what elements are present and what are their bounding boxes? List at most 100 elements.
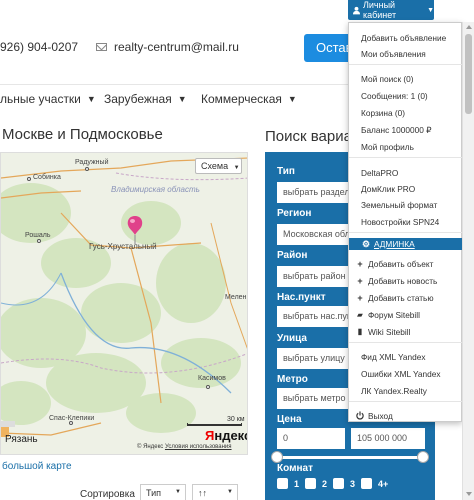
region-label: Владимирская область bbox=[111, 185, 200, 194]
room-option-4plus[interactable]: 4+ bbox=[361, 478, 388, 489]
map-scheme-selector[interactable]: Схема ▼ bbox=[195, 158, 242, 174]
city-dot bbox=[206, 385, 210, 389]
nav-item-land[interactable]: льные участки ▼ bbox=[0, 92, 96, 106]
menu-item-label: DeltaPRO bbox=[361, 167, 399, 178]
caret-down-icon: ▼ bbox=[427, 6, 434, 14]
menu-divider bbox=[349, 64, 462, 65]
menu-divider bbox=[349, 232, 462, 233]
menu-item-add-article[interactable]: + Добавить статью bbox=[349, 288, 462, 304]
menu-item-cart[interactable]: Корзина (0) bbox=[349, 103, 462, 119]
city-label: Касимов bbox=[198, 375, 226, 382]
price-slider-min-handle[interactable] bbox=[271, 451, 283, 463]
menu-item-deltapro[interactable]: DeltaPRO bbox=[349, 163, 462, 179]
sort-order-select[interactable]: ↑↑ ▼ bbox=[192, 484, 238, 500]
menu-item-my-search[interactable]: Мой поиск (0) bbox=[349, 69, 462, 85]
sort-type-select[interactable]: Тип ▼ bbox=[140, 484, 186, 500]
nav-item-label: льные участки bbox=[0, 92, 81, 106]
menu-item-yandex-errors[interactable]: Ошибки XML Yandex bbox=[349, 364, 462, 380]
metro-select[interactable]: выбрать метро bbox=[277, 388, 351, 409]
menu-item-label: ЛК Yandex.Realty bbox=[361, 385, 427, 396]
field-label-district: Район bbox=[277, 250, 308, 261]
room-option-3[interactable]: 3 bbox=[333, 478, 355, 489]
type-select[interactable]: выбрать раздел bbox=[277, 182, 351, 203]
menu-item-my-ads[interactable]: Мои объявления bbox=[349, 44, 462, 60]
menu-item-yandex-realty[interactable]: ЛК Yandex.Realty bbox=[349, 381, 462, 397]
room-checkbox[interactable] bbox=[305, 478, 317, 489]
scroll-up-arrow-icon[interactable] bbox=[466, 25, 472, 29]
menu-item-label: Форум Sitebill bbox=[368, 309, 420, 320]
nav-item-commercial[interactable]: Коммерческая ▼ bbox=[201, 92, 297, 106]
city-label: Рязань bbox=[5, 434, 38, 445]
user-icon bbox=[353, 6, 360, 14]
menu-item-label: Фид XML Yandex bbox=[361, 351, 426, 362]
chevron-down-icon: ▼ bbox=[287, 94, 297, 104]
nav-item-foreign[interactable]: Зарубежная ▼ bbox=[104, 92, 187, 106]
city-dot bbox=[85, 167, 89, 171]
menu-item-spn24[interactable]: Новостройки SPN24 bbox=[349, 212, 462, 228]
district-select[interactable]: выбрать район bbox=[277, 266, 351, 287]
menu-item-forum[interactable]: ▰ Форум Sitebill bbox=[349, 305, 462, 321]
menu-item-domclick[interactable]: ДомКлик PRO bbox=[349, 179, 462, 195]
yandex-logo[interactable]: Яндекс bbox=[205, 428, 247, 443]
menu-item-label: Корзина (0) bbox=[361, 107, 406, 118]
big-map-link[interactable]: большой карте bbox=[2, 461, 72, 472]
plus-icon: + bbox=[357, 258, 363, 269]
price-slider-max-handle[interactable] bbox=[417, 451, 429, 463]
map[interactable]: Владимирская область Собинка Радужный Ро… bbox=[0, 152, 248, 455]
top-bar: Личный кабинет ▼ bbox=[0, 0, 474, 22]
scroll-down-arrow-icon[interactable] bbox=[466, 492, 472, 496]
menu-item-land-format[interactable]: Земельный формат bbox=[349, 195, 462, 211]
menu-divider bbox=[349, 157, 462, 158]
cabinet-dropdown-menu: Добавить объявление Мои объявления Мой п… bbox=[348, 22, 462, 422]
price-to-input[interactable]: 105 000 000 bbox=[351, 428, 425, 449]
room-checkbox[interactable] bbox=[333, 478, 345, 489]
menu-item-messages[interactable]: Сообщения: 1 (0) bbox=[349, 86, 462, 102]
menu-item-admin[interactable]: ⚙ АДМИНКА bbox=[349, 238, 462, 250]
menu-item-profile[interactable]: Мой профиль bbox=[349, 137, 462, 153]
room-option-2[interactable]: 2 bbox=[305, 478, 327, 489]
price-slider-track[interactable] bbox=[277, 456, 421, 459]
city-dot bbox=[37, 239, 41, 243]
street-select[interactable]: выбрать улицу bbox=[277, 348, 351, 369]
menu-item-logout[interactable]: Выход bbox=[349, 406, 462, 422]
sort-order-value: ↑↑ bbox=[198, 488, 207, 498]
menu-item-label: Выход bbox=[368, 410, 393, 421]
comments-icon: ▰ bbox=[357, 311, 363, 319]
room-option-1[interactable]: 1 bbox=[277, 478, 299, 489]
menu-item-add-news[interactable]: + Добавить новость bbox=[349, 271, 462, 287]
power-icon bbox=[356, 411, 364, 420]
locality-select[interactable]: выбрать нас.пун bbox=[277, 306, 351, 327]
page-scrollbar[interactable] bbox=[462, 22, 474, 500]
chevron-down-icon: ▼ bbox=[86, 94, 96, 104]
nav-item-label: Зарубежная bbox=[104, 92, 172, 106]
map-pin-icon[interactable] bbox=[126, 215, 144, 245]
room-checkbox[interactable] bbox=[361, 478, 373, 489]
menu-item-balance[interactable]: Баланс 1000000 ₽ bbox=[349, 120, 462, 136]
field-label-street: Улица bbox=[277, 333, 307, 344]
region-select[interactable]: Московская обла bbox=[277, 224, 351, 245]
room-option-label: 3 bbox=[350, 478, 356, 489]
field-label-region: Регион bbox=[277, 208, 312, 219]
personal-cabinet-button[interactable]: Личный кабинет ▼ bbox=[348, 0, 434, 20]
city-dot bbox=[27, 177, 31, 181]
book-icon: ▮ bbox=[357, 327, 363, 336]
menu-item-label: Добавить статью bbox=[368, 292, 434, 303]
chevron-down-icon: ▼ bbox=[177, 94, 187, 104]
sort-label: Сортировка bbox=[80, 489, 135, 500]
menu-item-wiki[interactable]: ▮ Wiki Sitebill bbox=[349, 322, 462, 338]
room-checkbox[interactable] bbox=[277, 478, 288, 489]
map-heading: Москве и Подмосковье bbox=[2, 126, 163, 143]
field-label-type: Тип bbox=[277, 166, 295, 177]
menu-item-add-ad[interactable]: Добавить объявление bbox=[349, 28, 462, 44]
terms-link[interactable]: Условия использования bbox=[165, 444, 232, 450]
caret-down-icon: ▼ bbox=[175, 489, 181, 495]
map-scale-label: 30 км bbox=[227, 416, 245, 423]
menu-item-add-object[interactable]: + Добавить объект bbox=[349, 254, 462, 270]
scroll-thumb[interactable] bbox=[465, 34, 472, 114]
city-label: Гусь-Хрустальный bbox=[89, 242, 157, 251]
menu-item-yandex-feed[interactable]: Фид XML Yandex bbox=[349, 347, 462, 363]
page: Личный кабинет ▼ 926) 904-0207 realty-ce… bbox=[0, 0, 474, 500]
menu-item-label: Добавить объект bbox=[368, 258, 434, 269]
price-from-input[interactable]: 0 bbox=[277, 428, 345, 449]
personal-cabinet-label: Личный кабинет bbox=[362, 0, 397, 20]
